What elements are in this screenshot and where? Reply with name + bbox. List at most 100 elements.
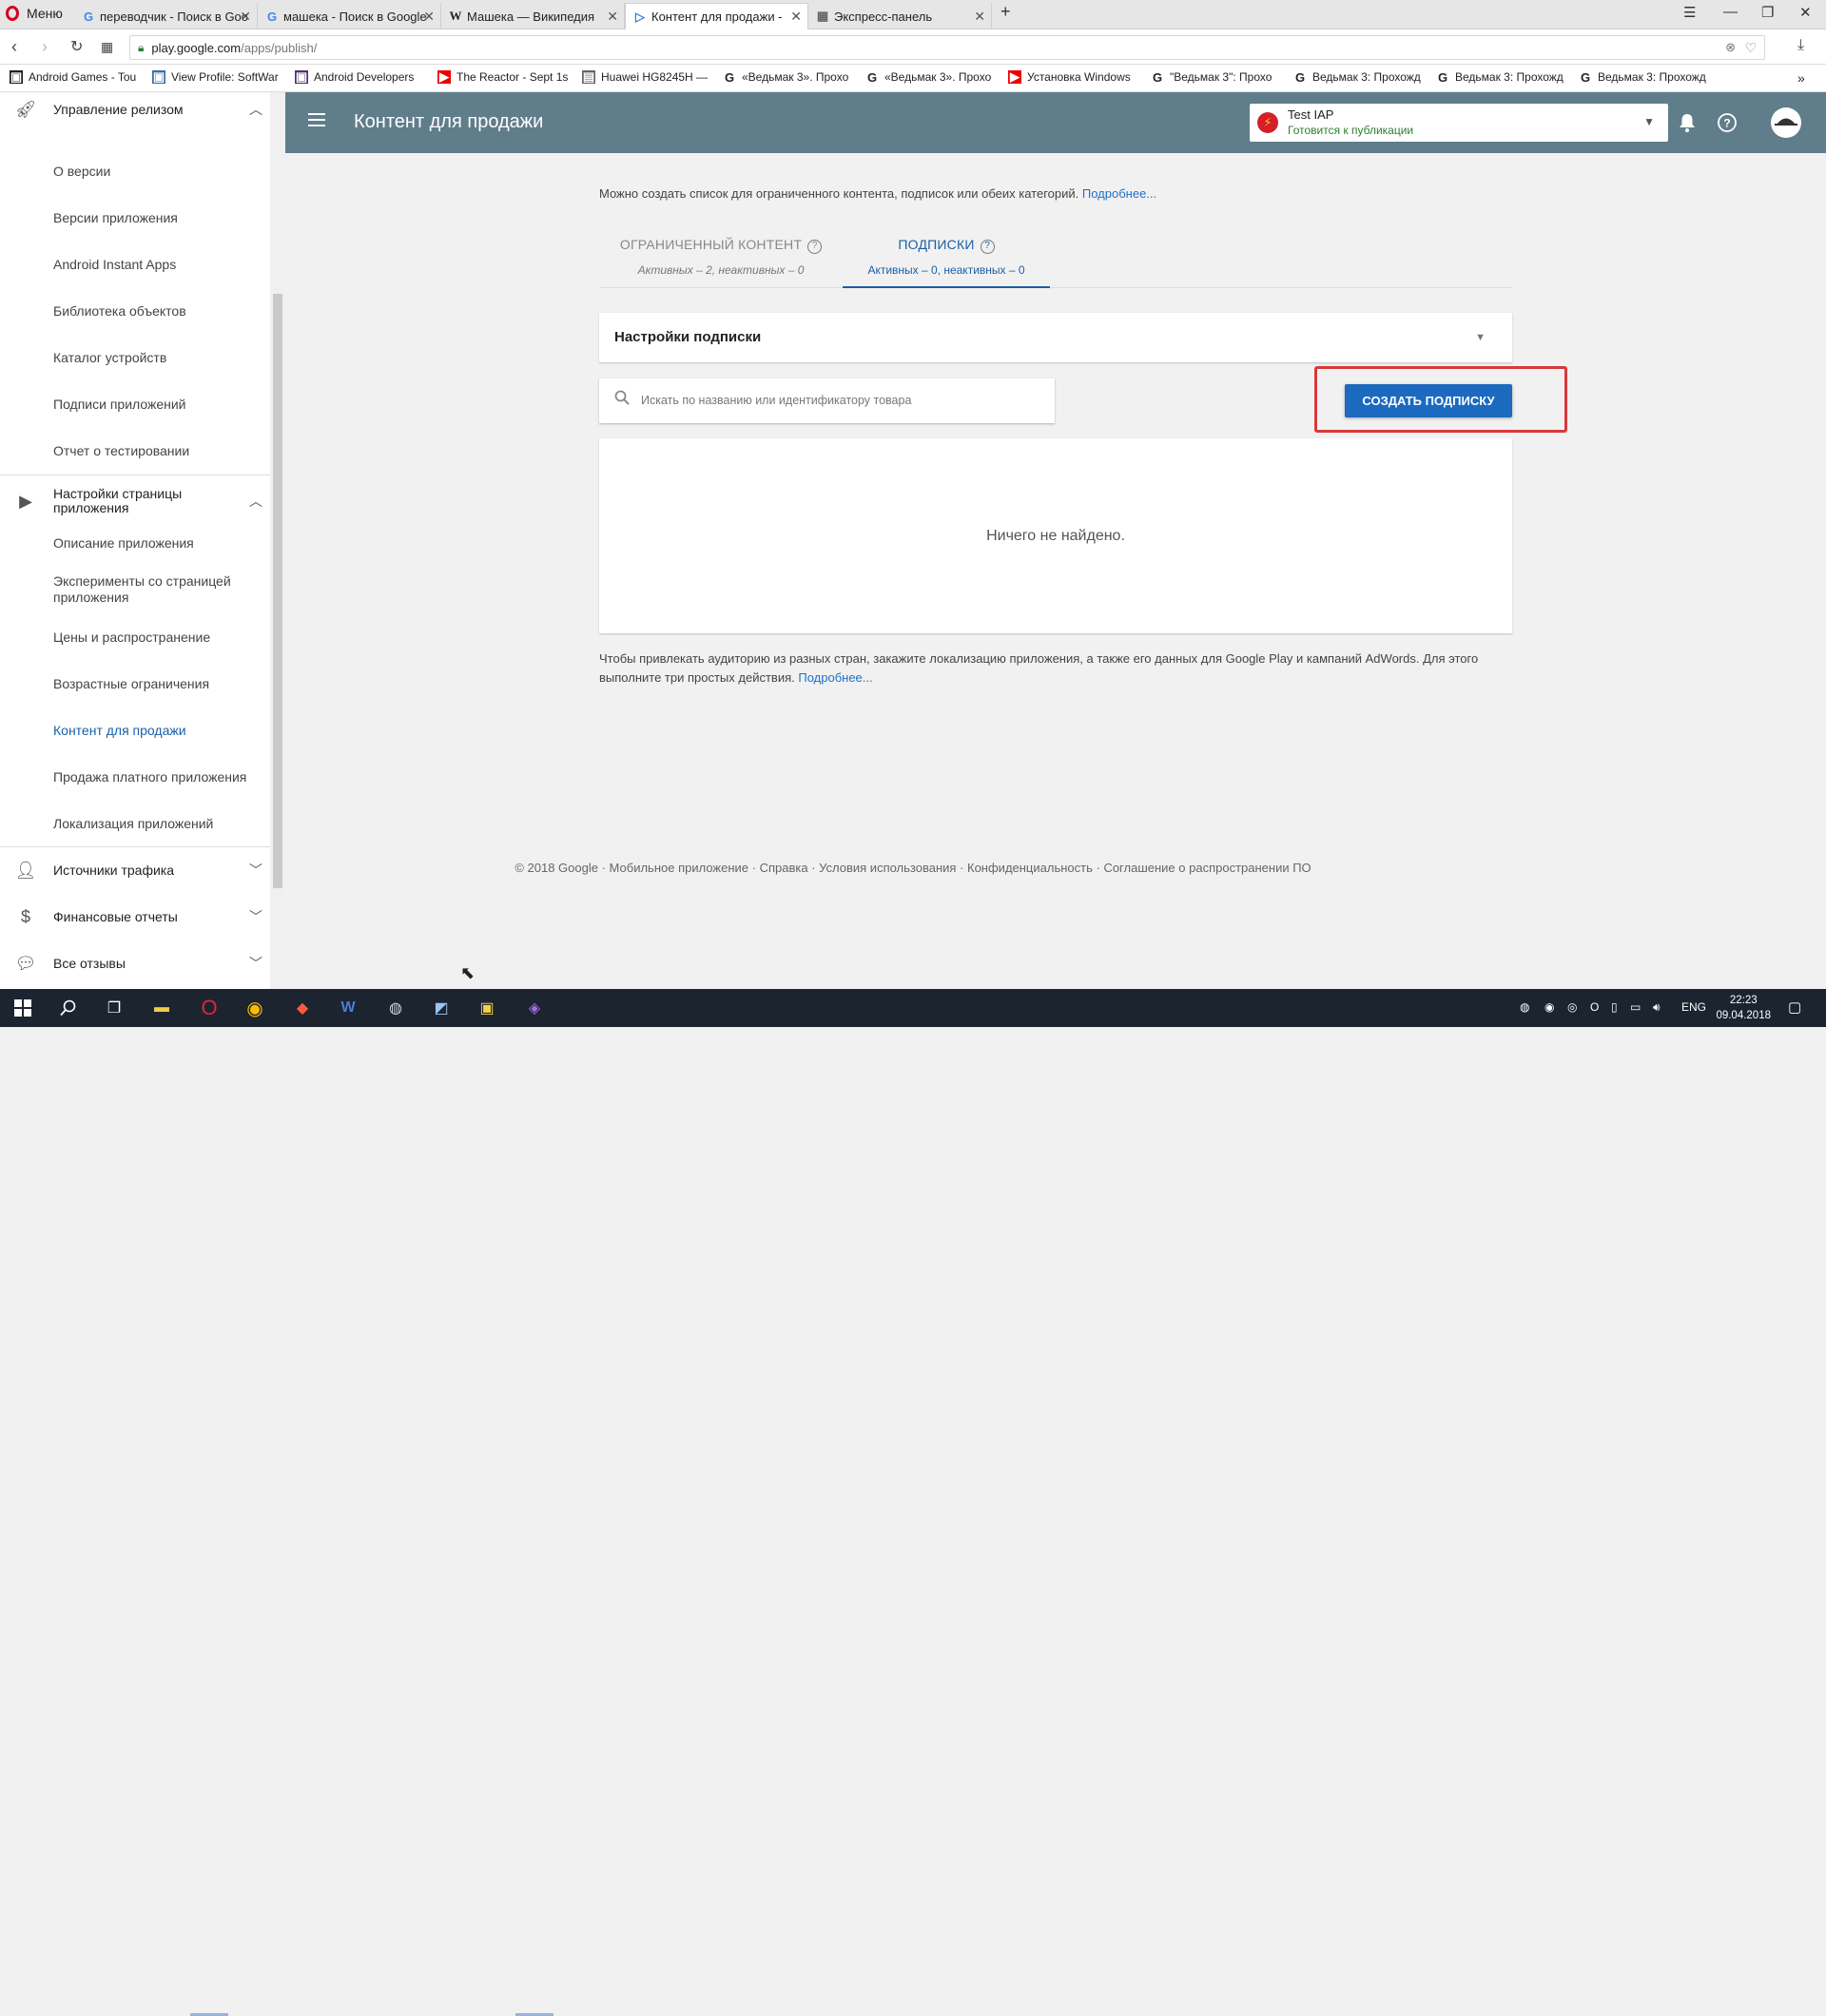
sidebar-item-active[interactable]: Контент для продажи bbox=[53, 723, 253, 739]
footer-link[interactable]: Конфиденциальность bbox=[967, 861, 1093, 875]
sidebar-section-release[interactable]: 🚀︎ Управление релизом ︿ bbox=[0, 92, 272, 126]
close-window-button[interactable]: ✕ bbox=[1799, 4, 1812, 21]
hamburger-menu-icon[interactable] bbox=[308, 113, 325, 126]
system-clock[interactable]: 22:23 09.04.2018 bbox=[1716, 993, 1771, 1023]
chrome-icon[interactable]: ◉ bbox=[243, 997, 266, 1019]
visual-studio-icon[interactable]: ◈ bbox=[523, 997, 546, 1019]
opera-icon[interactable]: O bbox=[198, 996, 221, 1019]
battery-icon[interactable]: ▯ bbox=[1611, 1000, 1618, 1014]
action-center-icon[interactable]: ▢ bbox=[1788, 998, 1801, 1016]
app-icon[interactable]: ▣ bbox=[476, 997, 498, 1019]
footer-link[interactable]: Соглашение о распространении ПО bbox=[1103, 861, 1311, 875]
tab-menu-icon[interactable]: ☰ bbox=[1683, 4, 1696, 21]
windows-start-icon[interactable] bbox=[11, 997, 34, 1019]
language-indicator[interactable]: ENG bbox=[1681, 1000, 1706, 1014]
bookmark-item[interactable]: G «Ведьмак 3». Прохо bbox=[865, 70, 999, 84]
sidebar-item[interactable]: Подписи приложений bbox=[53, 397, 253, 413]
close-icon[interactable]: ✕ bbox=[607, 9, 618, 25]
browser-tab[interactable]: ▦ Экспресс-панель ✕ bbox=[808, 3, 992, 29]
learn-more-link[interactable]: Подробнее... bbox=[1082, 186, 1156, 201]
sidebar-section-store[interactable]: ▶︎ Настройки страницы приложения ︿ bbox=[0, 476, 272, 526]
network-icon[interactable]: ▭ bbox=[1630, 1000, 1641, 1014]
steam-tray-icon[interactable]: ◍ bbox=[1520, 1000, 1529, 1014]
minimize-button[interactable]: — bbox=[1723, 4, 1738, 20]
address-bar[interactable]: 🔒︎ play.google.com /apps/publish/ ⊗ ♡ bbox=[129, 35, 1765, 60]
close-icon[interactable]: ✕ bbox=[790, 9, 802, 25]
sidebar-item[interactable]: Версии приложения bbox=[53, 210, 253, 226]
bookmark-item[interactable]: G "Ведьмак 3": Прохо bbox=[1151, 70, 1284, 84]
task-view-icon[interactable]: ❐ bbox=[103, 997, 126, 1019]
sidebar-item[interactable]: Библиотека объектов bbox=[53, 303, 253, 320]
expand-arrow-icon[interactable]: ▼ bbox=[1475, 332, 1486, 343]
avatar[interactable] bbox=[1771, 107, 1801, 138]
snapshot-icon[interactable]: ⊗ bbox=[1725, 40, 1736, 55]
search-icon[interactable] bbox=[57, 997, 80, 1019]
sidebar-scrollbar[interactable] bbox=[270, 92, 285, 989]
reload-icon[interactable]: ↻ bbox=[70, 37, 83, 56]
download-icon[interactable]: ⤓ bbox=[1797, 37, 1804, 54]
speed-dial-icon[interactable]: ▦ bbox=[101, 39, 113, 55]
bookmark-item[interactable]: ▶ The Reactor - Sept 1s bbox=[437, 70, 571, 84]
bell-icon[interactable] bbox=[1676, 111, 1699, 134]
app-tray-icon[interactable]: O bbox=[1590, 1000, 1599, 1014]
bookmark-item[interactable]: ▤ Huawei HG8245H — bbox=[582, 70, 710, 84]
browser-tab-active[interactable]: ▷ Контент для продажи - Test IAP ✕ bbox=[625, 3, 808, 29]
close-icon[interactable]: ✕ bbox=[974, 9, 985, 25]
create-subscription-button[interactable]: СОЗДАТЬ ПОДПИСКУ bbox=[1345, 384, 1512, 417]
sidebar-item[interactable]: Описание приложения bbox=[53, 535, 253, 552]
sidebar-item[interactable]: Продажа платного приложения bbox=[53, 769, 253, 785]
opera-menu-button[interactable]: Меню bbox=[6, 6, 63, 21]
restore-button[interactable]: ❐ bbox=[1761, 4, 1774, 21]
subscription-settings-panel[interactable]: Настройки подписки ▼ bbox=[599, 313, 1512, 362]
more-bookmarks-icon[interactable]: » bbox=[1797, 70, 1805, 86]
bookmark-item[interactable]: ▶ Установка Windows bbox=[1008, 70, 1141, 84]
sidebar-item[interactable]: Возрастные ограничения bbox=[53, 676, 253, 692]
bookmark-item[interactable]: G «Ведьмак 3». Прохо bbox=[723, 70, 856, 84]
new-tab-button[interactable]: + bbox=[1000, 2, 1011, 22]
browser-tab[interactable]: G машека - Поиск в Google ✕ bbox=[258, 3, 441, 29]
sidebar-item[interactable]: Каталог устройств bbox=[53, 350, 253, 366]
bookmark-item[interactable]: ▣ Android Games - Tou bbox=[10, 70, 138, 84]
scrollbar-thumb[interactable] bbox=[273, 294, 282, 888]
bookmark-item[interactable]: G Ведьмак 3: Прохожд bbox=[1579, 70, 1712, 84]
sidebar-item[interactable]: О версии bbox=[53, 164, 253, 180]
close-icon[interactable]: ✕ bbox=[240, 9, 251, 25]
sidebar-item[interactable]: Цены и распространение bbox=[53, 630, 253, 646]
chrome-tray-icon[interactable]: ◎ bbox=[1567, 1000, 1577, 1014]
sidebar-item[interactable]: Android Instant Apps bbox=[53, 257, 253, 273]
tab-subscriptions[interactable]: ПОДПИСКИ? Активных – 0, неактивных – 0 bbox=[843, 237, 1050, 277]
bookmark-item[interactable]: G Ведьмак 3: Прохожд bbox=[1293, 70, 1427, 84]
tab-managed-products[interactable]: ОГРАНИЧЕННЫЙ КОНТЕНТ? Активных – 2, неак… bbox=[599, 237, 843, 277]
footer-link[interactable]: Справка bbox=[760, 861, 808, 875]
product-search-box[interactable]: Искать по названию или идентификатору то… bbox=[599, 378, 1055, 423]
help-icon[interactable]: ? bbox=[807, 240, 823, 254]
info-icon[interactable] bbox=[1634, 111, 1657, 134]
app-icon[interactable]: ◆ bbox=[291, 997, 314, 1019]
discord-tray-icon[interactable]: ◉ bbox=[1544, 1000, 1554, 1014]
app-selector[interactable]: ⚡︎ Test IAP Готовится к публикации ▼ bbox=[1250, 104, 1668, 142]
word-icon[interactable]: W bbox=[337, 997, 359, 1019]
sidebar-item[interactable]: Эксперименты со страницей приложения bbox=[53, 573, 253, 606]
browser-tab[interactable]: W Машека — Википедия ✕ bbox=[441, 3, 625, 29]
back-icon[interactable]: ‹ bbox=[11, 37, 17, 57]
bookmark-item[interactable]: G Ведьмак 3: Прохожд bbox=[1436, 70, 1569, 84]
browser-tab[interactable]: G переводчик - Поиск в Google ✕ bbox=[74, 3, 258, 29]
bookmark-item[interactable]: ▣ Android Developers bbox=[295, 70, 428, 84]
heart-icon[interactable]: ♡ bbox=[1744, 40, 1757, 56]
close-icon[interactable]: ✕ bbox=[423, 9, 435, 25]
sidebar-item[interactable]: Локализация приложений bbox=[53, 816, 253, 832]
footer-link[interactable]: Мобильное приложение bbox=[610, 861, 748, 875]
sidebar-section-finance[interactable]: $ Финансовые отчеты ﹀ bbox=[0, 896, 272, 938]
sidebar-item[interactable]: Отчет о тестировании bbox=[53, 443, 253, 459]
help-icon[interactable]: ? bbox=[1716, 111, 1739, 134]
forward-icon[interactable]: › bbox=[42, 37, 48, 57]
footer-link[interactable]: Условия использования bbox=[819, 861, 956, 875]
file-explorer-icon[interactable]: ▬ bbox=[150, 997, 173, 1019]
help-icon[interactable]: ? bbox=[980, 240, 995, 254]
app-icon[interactable]: ◩ bbox=[430, 997, 453, 1019]
volume-icon[interactable]: 🔊︎ bbox=[1653, 1000, 1661, 1015]
learn-more-link[interactable]: Подробнее... bbox=[798, 670, 872, 685]
sidebar-section-reviews[interactable]: 💬︎ Все отзывы ﹀ bbox=[0, 942, 272, 984]
steam-icon[interactable]: ◍ bbox=[384, 997, 407, 1019]
bookmark-item[interactable]: ▣ View Profile: SoftWar bbox=[152, 70, 283, 84]
